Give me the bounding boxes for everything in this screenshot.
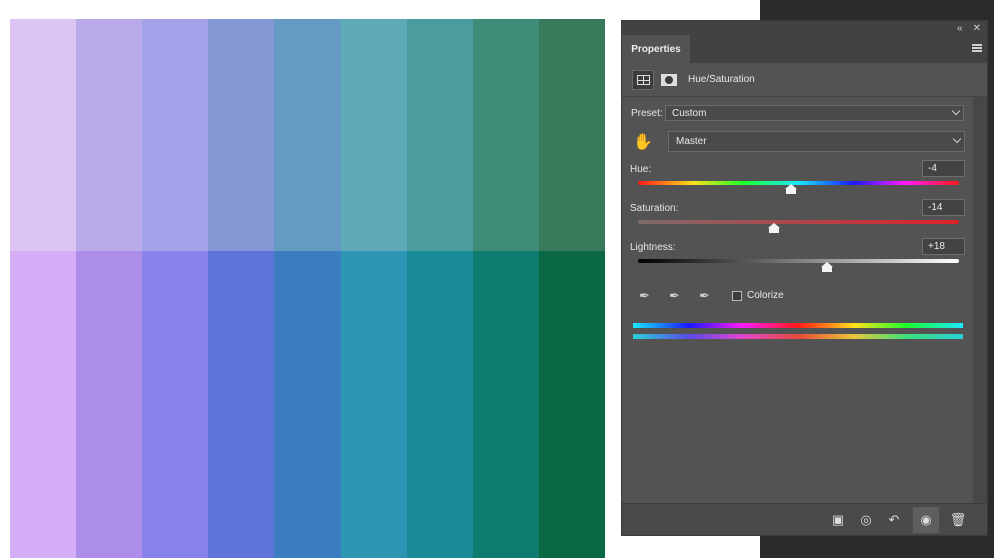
hue-slider-track[interactable]: [638, 181, 959, 185]
eyedropper-minus-icon[interactable]: ✒: [696, 287, 713, 304]
lightness-label: Lightness:: [630, 242, 676, 253]
saturation-label: Saturation:: [630, 203, 679, 214]
saturation-value-field[interactable]: -14: [922, 199, 965, 216]
color-swatch: [472, 19, 539, 251]
color-swatch: [10, 19, 77, 251]
preset-label: Preset:: [631, 107, 663, 119]
lightness-value-field[interactable]: +18: [922, 238, 965, 255]
color-swatch: [538, 251, 605, 558]
input-color-spectrum: [633, 323, 963, 328]
eyedropper-icon[interactable]: ✒: [636, 287, 653, 304]
color-swatch: [274, 251, 341, 558]
adjustment-grid-icon[interactable]: [632, 69, 654, 90]
visibility-eye-icon[interactable]: ◉: [913, 506, 939, 533]
chevron-down-icon: [952, 134, 962, 144]
trash-icon[interactable]: 🗑: [949, 511, 967, 529]
color-swatch: [208, 19, 275, 251]
close-icon[interactable]: ✕: [973, 23, 981, 34]
color-swatch: [76, 19, 143, 251]
preset-row: Preset: Custom: [631, 105, 964, 121]
double-chevron-left-icon[interactable]: «: [957, 23, 963, 34]
eyedropper-row: ✒ ✒ ✒ Colorize: [636, 287, 784, 304]
channel-row: ✋ Master: [631, 131, 965, 152]
adjustment-title: Hue/Saturation: [688, 74, 755, 85]
layer-mask-icon[interactable]: [660, 70, 678, 90]
hue-value-field[interactable]: -4: [922, 160, 965, 177]
output-color-spectrum: [633, 334, 963, 339]
scrollbar[interactable]: [973, 97, 987, 503]
view-previous-icon[interactable]: ◎: [857, 511, 875, 529]
color-swatch: [538, 19, 605, 251]
chevron-down-icon: [951, 106, 961, 116]
adjustment-header: Hue/Saturation: [622, 63, 987, 97]
eyedropper-plus-icon[interactable]: ✒: [666, 287, 683, 304]
panel-title-bar: « ✕: [622, 21, 987, 35]
colorize-label: Colorize: [747, 290, 784, 301]
saturation-slider-track[interactable]: [638, 220, 959, 224]
hue-label: Hue:: [630, 164, 652, 175]
color-swatch: [142, 251, 209, 558]
color-swatch: [406, 251, 473, 558]
color-swatch: [472, 251, 539, 558]
hamburger-menu-icon[interactable]: [972, 44, 982, 52]
color-swatch: [340, 19, 407, 251]
color-swatch: [142, 19, 209, 251]
properties-panel: « ✕ Properties Hue/Saturation Preset: Cu…: [621, 20, 988, 536]
tab-bar: Properties: [622, 35, 987, 63]
color-swatch: [76, 251, 143, 558]
panel-footer: ▣ ◎ ↶ ◉ 🗑: [622, 503, 987, 535]
channel-dropdown[interactable]: Master: [668, 131, 965, 152]
clip-to-layer-icon[interactable]: ▣: [829, 511, 847, 529]
preset-value: Custom: [672, 107, 707, 119]
document-canvas[interactable]: [10, 19, 605, 558]
color-swatch: [406, 19, 473, 251]
reset-icon[interactable]: ↶: [885, 511, 903, 529]
color-swatch: [340, 251, 407, 558]
preset-dropdown[interactable]: Custom: [665, 105, 964, 121]
checkbox-box[interactable]: [732, 290, 742, 301]
color-swatch: [208, 251, 275, 558]
color-swatch: [10, 251, 77, 558]
targeted-adjustment-hand-icon[interactable]: ✋: [631, 132, 655, 152]
channel-value: Master: [676, 136, 707, 147]
tab-properties[interactable]: Properties: [622, 35, 690, 63]
color-swatch: [274, 19, 341, 251]
colorize-checkbox[interactable]: Colorize: [732, 290, 784, 301]
lightness-slider-track[interactable]: [638, 259, 959, 263]
